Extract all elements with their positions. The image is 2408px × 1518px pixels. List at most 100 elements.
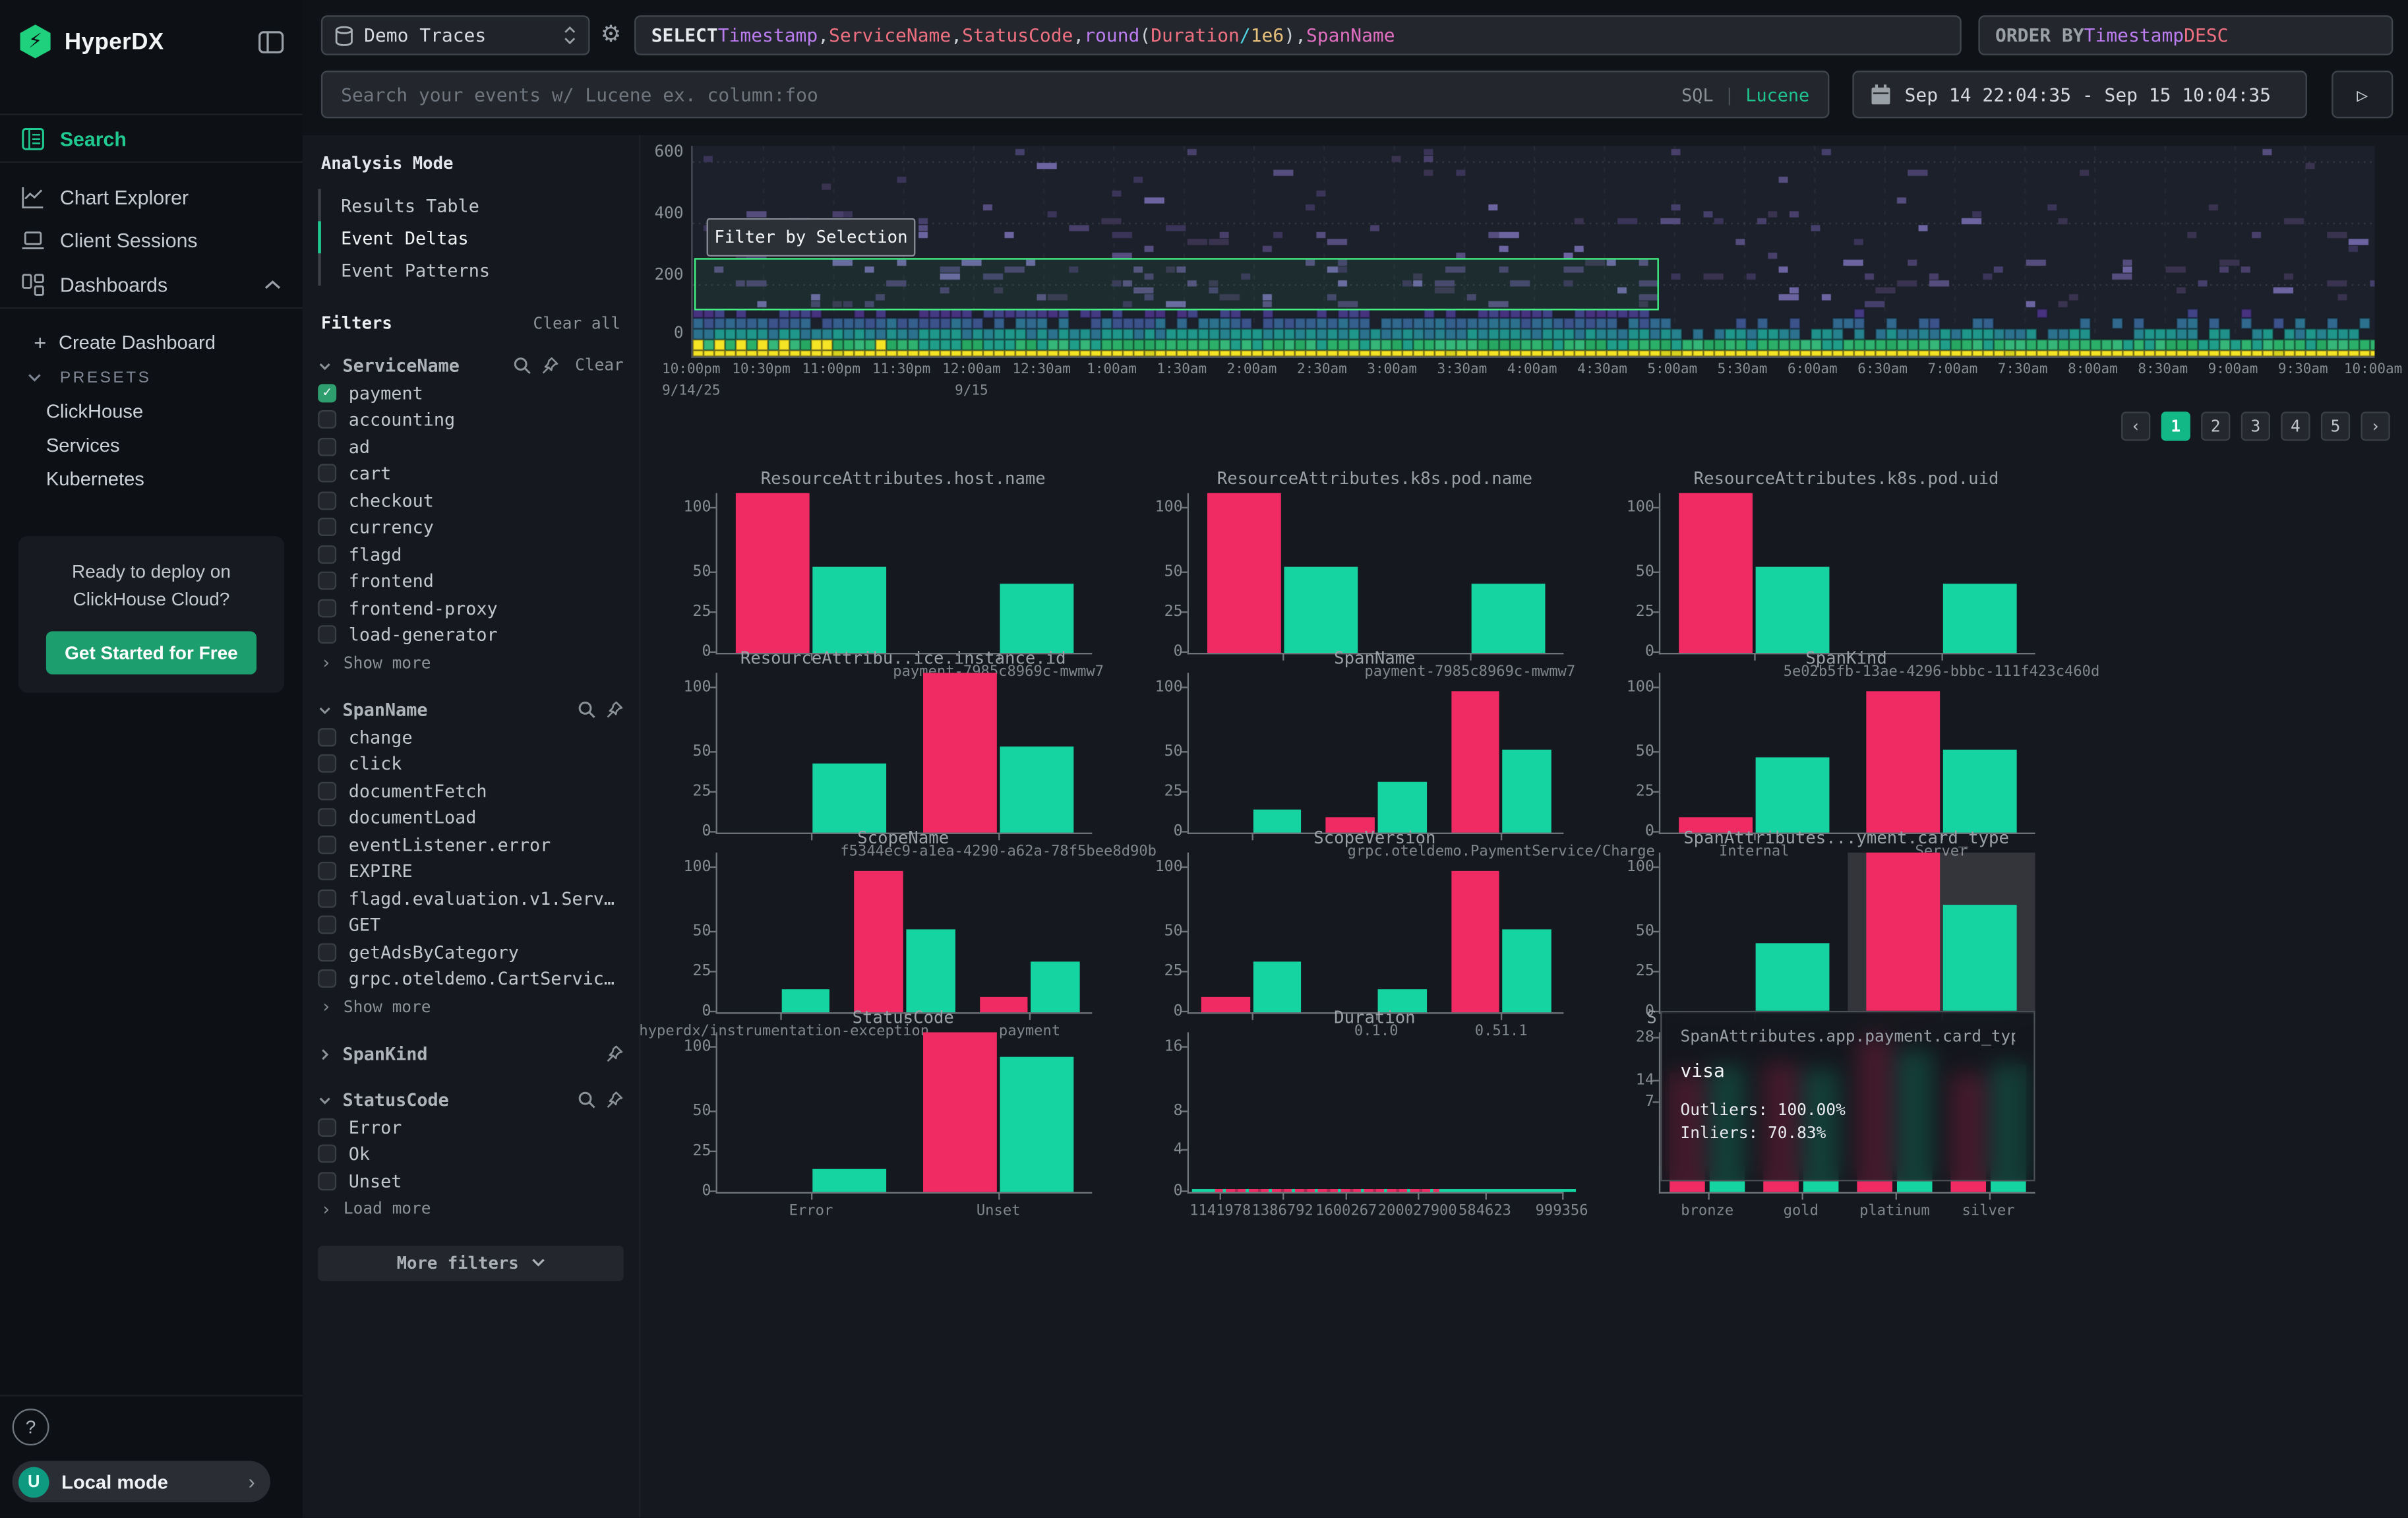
date-range-picker[interactable]: Sep 14 22:04:35 - Sep 15 10:04:35 bbox=[1852, 71, 2307, 118]
chart-plot[interactable]: 100502505e02b5fb-13ae-4296-bbbc-111f423c… bbox=[1659, 493, 2035, 655]
checkbox-icon[interactable] bbox=[318, 626, 336, 644]
show-more-button[interactable]: ›Show more bbox=[318, 648, 624, 677]
chart-plot[interactable]: 100502500.1.00.51.1 bbox=[1188, 853, 1564, 1014]
pagination-page-4[interactable]: 4 bbox=[2281, 411, 2310, 440]
search-icon[interactable] bbox=[578, 1091, 596, 1109]
filter-option-load-generator[interactable]: load-generator bbox=[318, 621, 624, 648]
show-more-button[interactable]: ›Show more bbox=[318, 992, 624, 1021]
presets-toggle[interactable]: PRESETS bbox=[0, 361, 303, 394]
help-button[interactable]: ? bbox=[13, 1409, 49, 1445]
get-started-button[interactable]: Get Started for Free bbox=[46, 631, 256, 674]
clear-all-button[interactable]: Clear all bbox=[533, 314, 621, 332]
run-query-button[interactable]: ▷ bbox=[2332, 71, 2393, 118]
checkbox-icon[interactable] bbox=[318, 1145, 336, 1163]
filter-option-change[interactable]: change bbox=[318, 723, 624, 750]
checkbox-icon[interactable] bbox=[318, 943, 336, 961]
sidebar-item-client-sessions[interactable]: Client Sessions bbox=[0, 218, 303, 261]
create-dashboard-button[interactable]: + Create Dashboard bbox=[0, 324, 303, 361]
filter-group-header-StatusCode[interactable]: StatusCode bbox=[318, 1086, 624, 1114]
search-icon[interactable] bbox=[578, 700, 596, 719]
lang-toggle-sql[interactable]: SQL bbox=[1681, 84, 1713, 106]
filter-option-checkout[interactable]: checkout bbox=[318, 487, 624, 514]
checkbox-icon[interactable] bbox=[318, 728, 336, 746]
filter-option-ad[interactable]: ad bbox=[318, 433, 624, 460]
filter-option-documentFetch[interactable]: documentFetch bbox=[318, 777, 624, 805]
filter-group-header-ServiceName[interactable]: ServiceNameClear bbox=[318, 351, 624, 379]
chart-plot[interactable]: 10050250 bbox=[1659, 853, 2035, 1014]
search-icon[interactable] bbox=[514, 356, 532, 375]
pagination-page-3[interactable]: 3 bbox=[2241, 411, 2270, 440]
filter-option-flagd.evaluation.v1.Serv…[interactable]: flagd.evaluation.v1.Serv… bbox=[318, 885, 624, 912]
pagination-page-5[interactable]: 5 bbox=[2321, 411, 2350, 440]
checkbox-icon[interactable] bbox=[318, 572, 336, 590]
lang-toggle-lucene[interactable]: Lucene bbox=[1745, 84, 1809, 106]
filter-option-click[interactable]: click bbox=[318, 750, 624, 777]
filter-option-accounting[interactable]: accounting bbox=[318, 406, 624, 433]
checkbox-icon[interactable] bbox=[318, 969, 336, 988]
order-by-editor[interactable]: ORDER BY Timestamp DESC bbox=[1978, 15, 2393, 55]
checkbox-icon[interactable] bbox=[318, 781, 336, 800]
checkbox-icon[interactable] bbox=[318, 754, 336, 773]
checkbox-checked-icon[interactable]: ✓ bbox=[318, 384, 336, 402]
chart-plot[interactable]: 10050250@hyperdx/instrumentation-excepti… bbox=[716, 853, 1093, 1014]
filter-by-selection-button[interactable]: Filter by Selection bbox=[707, 218, 916, 257]
filter-option-frontend-proxy[interactable]: frontend-proxy bbox=[318, 595, 624, 622]
filter-option-eventListener.error[interactable]: eventListener.error bbox=[318, 831, 624, 858]
filter-option-EXPIRE[interactable]: EXPIRE bbox=[318, 858, 624, 885]
filter-option-Unset[interactable]: Unset bbox=[318, 1167, 624, 1194]
filter-option-grpc.oteldemo.CartServic…[interactable]: grpc.oteldemo.CartServic… bbox=[318, 965, 624, 992]
sidebar-item-services[interactable]: Services bbox=[0, 429, 303, 462]
pin-icon[interactable] bbox=[605, 700, 624, 719]
checkbox-icon[interactable] bbox=[318, 491, 336, 510]
checkbox-icon[interactable] bbox=[318, 518, 336, 537]
mode-event-deltas[interactable]: Event Deltas bbox=[318, 221, 624, 253]
filter-option-GET[interactable]: GET bbox=[318, 912, 624, 939]
checkbox-icon[interactable] bbox=[318, 411, 336, 429]
collapse-sidebar-icon[interactable] bbox=[258, 30, 284, 53]
sidebar-item-kubernetes[interactable]: Kubernetes bbox=[0, 462, 303, 496]
checkbox-icon[interactable] bbox=[318, 889, 336, 907]
checkbox-icon[interactable] bbox=[318, 545, 336, 563]
chart-plot[interactable]: 10050250grpc.oteldemo.PaymentService/Cha… bbox=[1188, 673, 1564, 834]
pagination-next-button[interactable]: › bbox=[2361, 411, 2390, 440]
chart-plot[interactable]: 10050250payment-7985c8969c-mwmw7 bbox=[716, 493, 1093, 655]
chart-plot[interactable]: 10050250InternalServer bbox=[1659, 673, 2035, 834]
checkbox-icon[interactable] bbox=[318, 464, 336, 483]
gear-icon[interactable]: ⚙ bbox=[601, 20, 621, 47]
chart-plot[interactable]: 10050250payment-7985c8969c-mwmw7 bbox=[1188, 493, 1564, 655]
source-select[interactable]: Demo Traces bbox=[321, 15, 590, 55]
load-more-button[interactable]: ›Load more bbox=[318, 1194, 624, 1223]
filter-option-frontend[interactable]: frontend bbox=[318, 568, 624, 595]
pagination-page-2[interactable]: 2 bbox=[2201, 411, 2230, 440]
filter-group-header-SpanKind[interactable]: SpanKind bbox=[318, 1040, 624, 1068]
checkbox-icon[interactable] bbox=[318, 1118, 336, 1136]
filter-option-cart[interactable]: cart bbox=[318, 460, 624, 487]
checkbox-icon[interactable] bbox=[318, 835, 336, 854]
chart-plot[interactable]: 10050250f5344ec9-a1ea-4290-a62a-78f5bee8… bbox=[716, 673, 1093, 834]
chart-plot[interactable]: 1684011419781386792160026720002790058462… bbox=[1188, 1032, 1564, 1194]
events-heatmap[interactable] bbox=[691, 146, 2374, 357]
sidebar-item-clickhouse[interactable]: ClickHouse bbox=[0, 395, 303, 429]
filter-option-flagd[interactable]: flagd bbox=[318, 541, 624, 568]
checkbox-icon[interactable] bbox=[318, 916, 336, 934]
pin-icon[interactable] bbox=[605, 1045, 624, 1063]
search-input[interactable]: Search your events w/ Lucene ex. column:… bbox=[321, 71, 1830, 118]
more-filters-button[interactable]: More filters bbox=[318, 1245, 624, 1281]
filter-option-Ok[interactable]: Ok bbox=[318, 1141, 624, 1168]
pin-icon[interactable] bbox=[605, 1091, 624, 1109]
mode-results-table[interactable]: Results Table bbox=[318, 189, 624, 222]
sql-query-editor[interactable]: SELECT Timestamp, ServiceName, StatusCod… bbox=[634, 15, 1962, 55]
filter-group-clear-button[interactable]: Clear bbox=[575, 356, 624, 375]
chart-plot[interactable]: 10050250ErrorUnset bbox=[716, 1032, 1093, 1194]
local-mode-button[interactable]: U Local mode › bbox=[13, 1461, 270, 1502]
pagination-prev-button[interactable]: ‹ bbox=[2121, 411, 2150, 440]
mode-event-patterns[interactable]: Event Patterns bbox=[318, 253, 624, 286]
checkbox-icon[interactable] bbox=[318, 437, 336, 456]
pin-icon[interactable] bbox=[541, 356, 560, 375]
sidebar-item-dashboards[interactable]: Dashboards bbox=[0, 261, 303, 309]
sidebar-item-search[interactable]: Search bbox=[0, 113, 303, 163]
pagination-page-1[interactable]: 1 bbox=[2161, 411, 2190, 440]
filter-option-Error[interactable]: Error bbox=[318, 1114, 624, 1141]
filter-option-getAdsByCategory[interactable]: getAdsByCategory bbox=[318, 938, 624, 965]
filter-option-payment[interactable]: ✓payment bbox=[318, 379, 624, 406]
